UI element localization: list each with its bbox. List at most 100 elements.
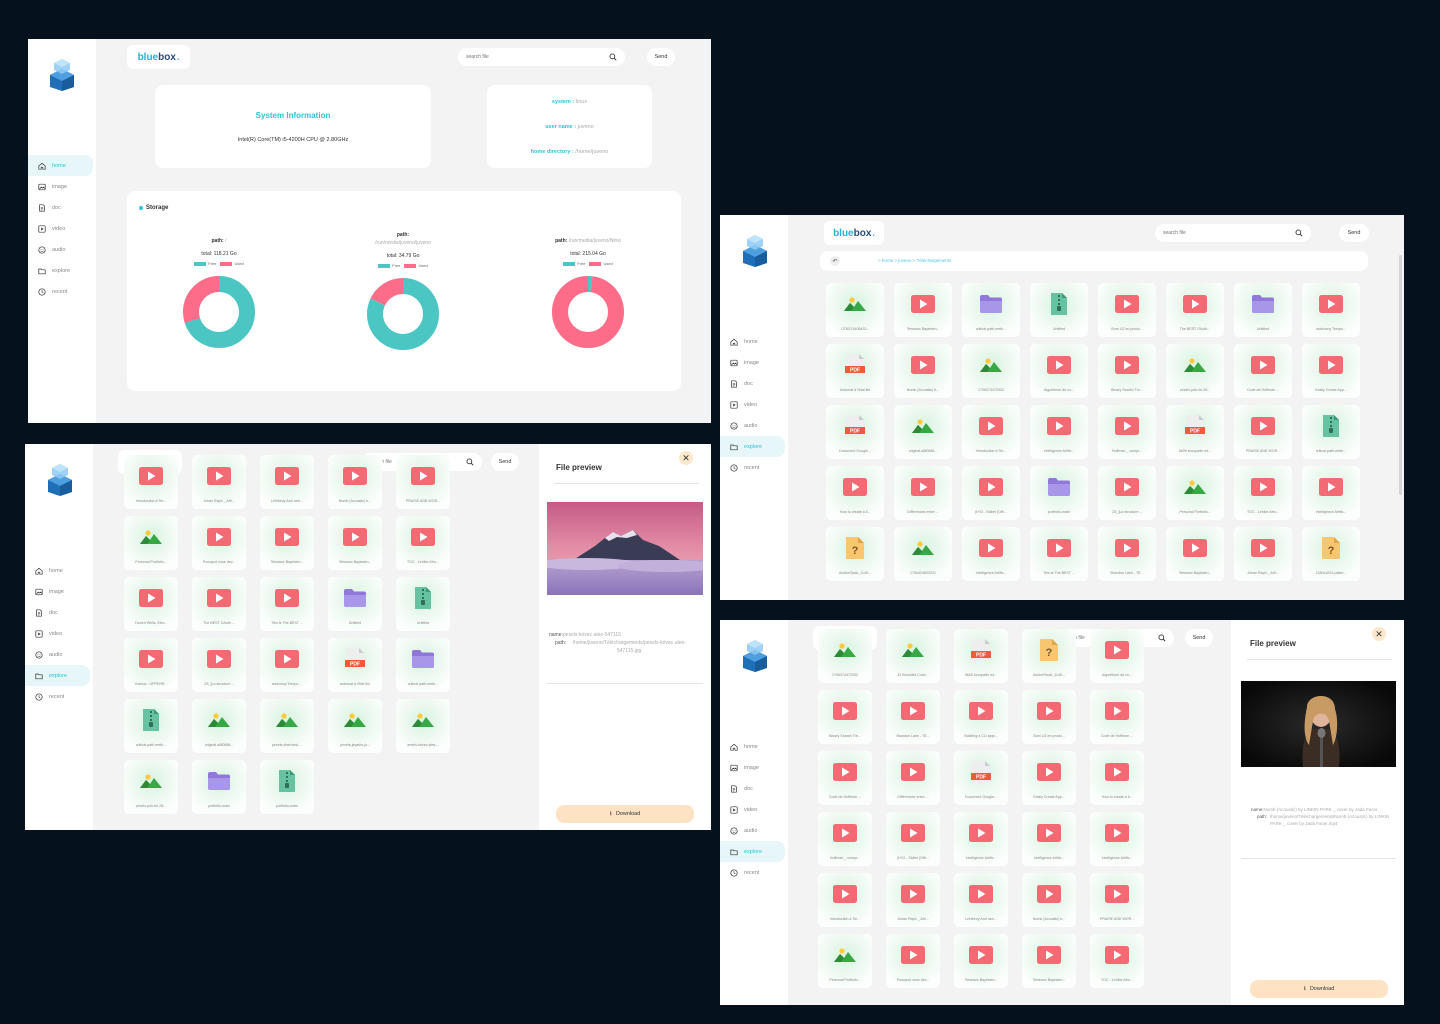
sidebar-item-explore[interactable]: explore	[25, 665, 90, 686]
scrollbar[interactable]	[1399, 255, 1402, 495]
download-button[interactable]: ⭳ Download	[1250, 980, 1388, 998]
send-button[interactable]: Send	[647, 48, 675, 66]
sidebar-item-recent[interactable]: recent	[720, 457, 785, 478]
download-button[interactable]: ⭳ Download	[556, 805, 694, 823]
search-icon[interactable]	[1158, 634, 1166, 642]
file-tile[interactable]: Intelligence Artific...	[962, 527, 1020, 581]
file-tile[interactable]: Introduction à Ter...	[124, 455, 178, 509]
back-icon[interactable]: ↶	[830, 256, 840, 266]
file-tile[interactable]: Réseaux Bayésien...	[954, 934, 1008, 988]
file-tile[interactable]: Numb (Acoustic) b...	[1022, 873, 1076, 927]
file-tile[interactable]: How to create a li...	[826, 466, 884, 520]
file-tile[interactable]: portfolio-main	[192, 760, 246, 814]
file-tile[interactable]: PRAISE AND WOR...	[396, 455, 450, 509]
file-tile[interactable]: portfolio-main	[1030, 466, 1088, 520]
sidebar-item-doc[interactable]: doc	[720, 778, 785, 799]
file-tile[interactable]: Réseaux Bayésien...	[328, 516, 382, 570]
file-tile[interactable]: critical-path-meth...	[396, 638, 450, 692]
sidebar-item-audio[interactable]: audio	[720, 415, 785, 436]
file-tile[interactable]: Brandon Lake - TE...	[886, 690, 940, 744]
file-tile[interactable]: PDF Document Google...	[954, 751, 1008, 805]
close-icon[interactable]: ✕	[1372, 627, 1386, 641]
sidebar-item-doc[interactable]: doc	[28, 197, 93, 218]
file-tile[interactable]: ? 1280x1024-patter...	[1302, 527, 1360, 581]
file-tile[interactable]: Réseaux Bayésien...	[1166, 527, 1224, 581]
file-tile[interactable]: This is The BEST ...	[1030, 527, 1088, 581]
send-button[interactable]: Send	[1185, 629, 1213, 647]
file-tile[interactable]: Code de Huffman ...	[1090, 690, 1144, 744]
file-tile[interactable]: 1706374472932	[818, 629, 872, 683]
file-tile[interactable]: PDF Document Google...	[826, 405, 884, 459]
sidebar-item-home[interactable]: home	[28, 155, 93, 176]
sidebar-item-home[interactable]: home	[25, 560, 90, 581]
file-tile[interactable]: Huffman _ compr...	[1098, 405, 1156, 459]
file-tile[interactable]: Réseaux Bayésien...	[260, 516, 314, 570]
search-input[interactable]	[466, 54, 587, 60]
file-tile[interactable]: pexels-eberhard-...	[260, 699, 314, 753]
file-tile[interactable]: critical-path-meth...	[124, 699, 178, 753]
file-tile[interactable]: 1706374472932	[962, 344, 1020, 398]
file-tile[interactable]: pexels-pok-rie-26...	[124, 760, 178, 814]
sidebar-item-image[interactable]: image	[720, 352, 785, 373]
file-tile[interactable]: The BEST OAuth...	[1166, 283, 1224, 337]
file-tile[interactable]: Personal Portfolio...	[1166, 466, 1224, 520]
send-button[interactable]: Send	[491, 453, 519, 471]
file-tile[interactable]: Différences entre ...	[894, 466, 952, 520]
file-tile[interactable]: [HY2 - Skillet (Offi...	[886, 812, 940, 866]
file-tile[interactable]: Easily Create App...	[1022, 751, 1076, 805]
file-tile[interactable]: Code de Huffman ...	[818, 751, 872, 805]
sidebar-item-home[interactable]: home	[720, 331, 785, 352]
file-tile[interactable]: 1706374406433...	[826, 283, 884, 337]
file-tile[interactable]: original-a5f0688...	[894, 405, 952, 459]
file-tile[interactable]: Tauren Wells, Elev...	[124, 577, 178, 631]
file-tile[interactable]: Untitled	[328, 577, 382, 631]
sidebar-item-audio[interactable]: audio	[720, 820, 785, 841]
file-tile[interactable]: Algorithme de co...	[1090, 629, 1144, 683]
file-tile[interactable]: Réseaux Bayésien...	[1022, 934, 1076, 988]
file-tile[interactable]: Algorithme de co...	[1030, 344, 1088, 398]
sidebar-item-recent[interactable]: recent	[25, 686, 90, 707]
sidebar-item-recent[interactable]: recent	[28, 281, 93, 302]
file-tile[interactable]: PDF 5606 bocquelin ed...	[954, 629, 1008, 683]
sidebar-item-doc[interactable]: doc	[720, 373, 785, 394]
file-tile[interactable]: Introduction à Ter...	[962, 405, 1020, 459]
file-tile[interactable]: Numb (Acoustic) b...	[328, 455, 382, 509]
close-icon[interactable]: ✕	[679, 451, 693, 465]
file-tile[interactable]: Binary Search Tre...	[818, 690, 872, 744]
file-tile[interactable]: andrunny Tempo...	[1302, 283, 1360, 337]
file-tile[interactable]: Burn U2 en produ...	[1022, 690, 1076, 744]
file-tile[interactable]: pexels-krivec-ales-...	[396, 699, 450, 753]
file-tile[interactable]: Numb (Acoustic) b...	[894, 344, 952, 398]
sidebar-item-home[interactable]: home	[720, 736, 785, 757]
file-tile[interactable]: 1706424603231	[894, 527, 952, 581]
brand-logo[interactable]: bluebox.	[127, 45, 190, 69]
file-tile[interactable]: Réseaux Bayésien...	[894, 283, 952, 337]
search-icon[interactable]	[609, 53, 617, 61]
file-tile[interactable]: pexels-jeyakin-ju...	[328, 699, 382, 753]
sidebar-item-audio[interactable]: audio	[28, 239, 93, 260]
file-tile[interactable]: How to create a li...	[1090, 751, 1144, 805]
file-tile[interactable]: PDF 5606 bocquelin ed...	[1166, 405, 1224, 459]
file-tile[interactable]: Brandon Lake - TE...	[1098, 527, 1156, 581]
file-tile[interactable]: [HY2 - Skillet (Offi...	[962, 466, 1020, 520]
file-tile[interactable]: Untitled	[396, 577, 450, 631]
file-tile[interactable]: andrunny Tempo ...	[260, 638, 314, 692]
file-tile[interactable]: PDF Automat à l'état fini	[826, 344, 884, 398]
sidebar-item-explore[interactable]: explore	[720, 436, 785, 457]
file-tile[interactable]: original-a5f0688...	[192, 699, 246, 753]
sidebar-item-image[interactable]: image	[25, 581, 90, 602]
sidebar-item-video[interactable]: video	[720, 394, 785, 415]
file-tile[interactable]: Binary Search Tre...	[1098, 344, 1156, 398]
sidebar-item-image[interactable]: image	[28, 176, 93, 197]
sidebar-item-video[interactable]: video	[720, 799, 785, 820]
file-tile[interactable]: Intelligence Artific...	[1302, 466, 1360, 520]
file-tile[interactable]: Lehibeny And ram...	[260, 455, 314, 509]
file-tile[interactable]: Intelligence Artific...	[1030, 405, 1088, 459]
file-tile[interactable]: Intelligence Artific...	[1022, 812, 1076, 866]
file-tile[interactable]: ? AdobeStock_1146...	[1022, 629, 1076, 683]
file-tile[interactable]: Johan Raph _ Afri...	[886, 873, 940, 927]
file-tile[interactable]: pexels-pok-rie-26...	[1166, 344, 1224, 398]
file-tile[interactable]: ? AdobeStock_1146...	[826, 527, 884, 581]
file-tile[interactable]: portfolio-main	[260, 760, 314, 814]
file-tile[interactable]: Personal Portfolio...	[818, 934, 872, 988]
